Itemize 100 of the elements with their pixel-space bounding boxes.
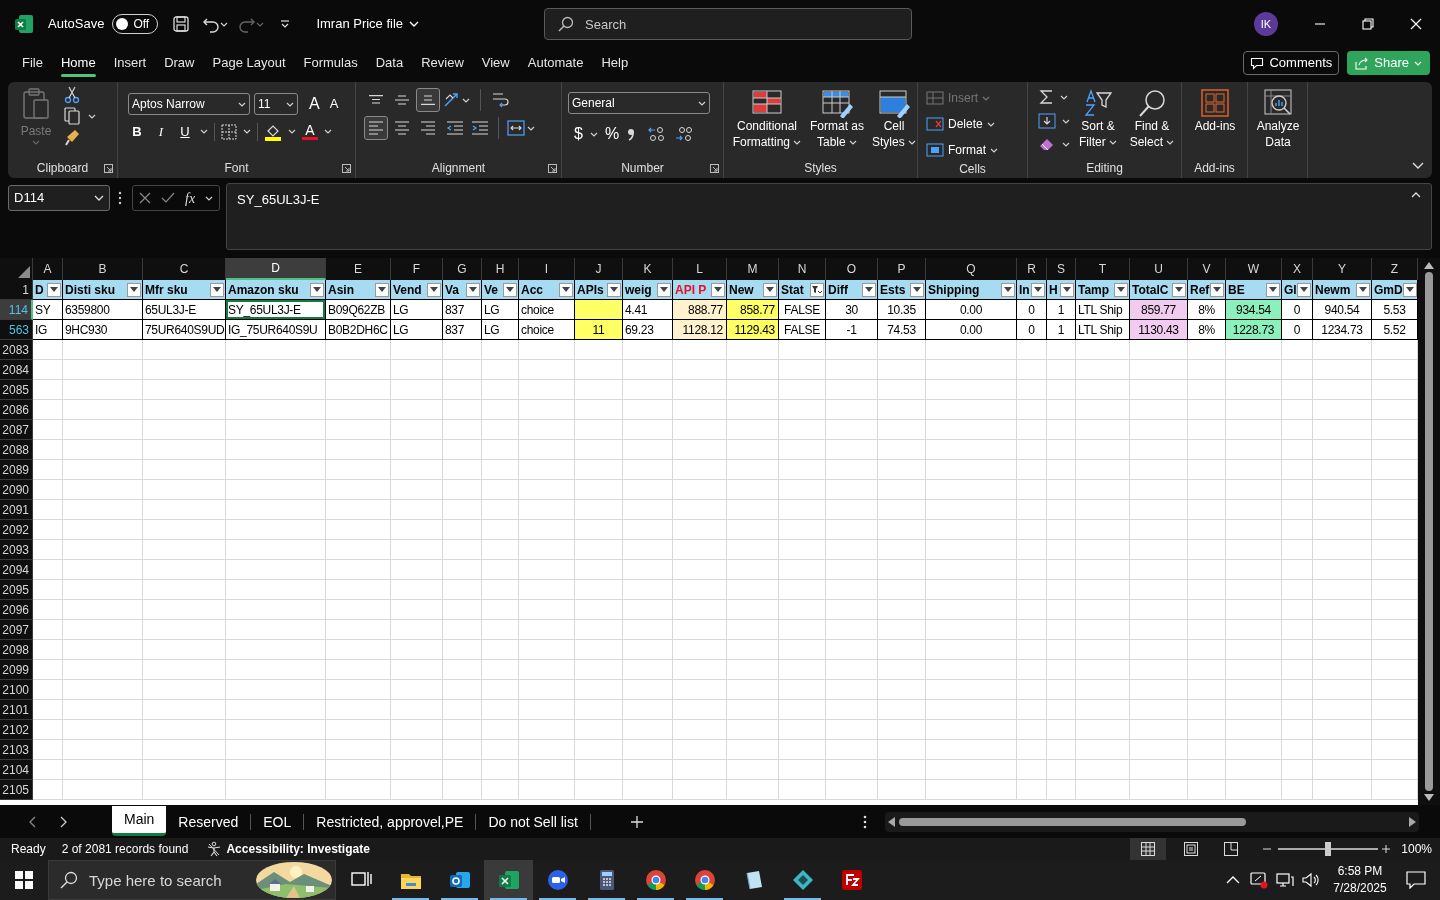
text-orientation-icon[interactable] xyxy=(442,91,460,109)
percent-button[interactable]: % xyxy=(604,122,620,146)
insert-function-button[interactable]: fx xyxy=(185,187,196,209)
table-cell[interactable]: SY xyxy=(33,300,63,320)
row-number[interactable]: 2091 xyxy=(0,500,33,520)
clock-date[interactable]: 7/28/2025 xyxy=(1333,880,1387,897)
filter-button[interactable] xyxy=(763,282,777,297)
maximize-icon[interactable] xyxy=(1362,18,1374,30)
file-name-button[interactable]: Imran Price file xyxy=(316,14,420,34)
fill-down-icon[interactable] xyxy=(1038,112,1056,130)
dialog-launcher-icon[interactable] xyxy=(104,163,113,173)
table-cell[interactable] xyxy=(575,300,623,320)
table-cell[interactable]: B09Q62ZB xyxy=(326,300,391,320)
add-sheet-icon[interactable] xyxy=(630,816,643,828)
editing-button[interactable]: Sort & Filter xyxy=(1074,88,1122,150)
sheet-tab[interactable]: Restricted, approvel,PE xyxy=(304,807,476,837)
more-options-icon[interactable] xyxy=(862,815,867,829)
menu-tab[interactable]: File xyxy=(13,48,52,78)
row-number[interactable]: 2100 xyxy=(0,680,33,700)
search-field[interactable]: Search xyxy=(544,8,912,40)
table-cell[interactable]: 30 xyxy=(826,300,878,320)
filter-button[interactable] xyxy=(862,282,876,297)
column-letter[interactable]: D xyxy=(226,258,326,280)
cancel-icon[interactable] xyxy=(139,192,151,204)
filter-button[interactable] xyxy=(1297,282,1311,297)
row-number[interactable]: 2101 xyxy=(0,700,33,720)
comments-button[interactable]: Comments xyxy=(1243,51,1340,75)
table-cell[interactable]: 0 xyxy=(1282,300,1313,320)
sheet-tab[interactable]: Do not Sell list xyxy=(476,807,590,837)
table-cell[interactable]: FALSE xyxy=(779,300,826,320)
table-cell[interactable]: 10.35 xyxy=(878,300,926,320)
menu-tab[interactable]: Draw xyxy=(155,48,204,78)
row-number[interactable]: 2084 xyxy=(0,360,33,380)
cells-button[interactable]: Format xyxy=(926,140,998,160)
row-number[interactable]: 2088 xyxy=(0,440,33,460)
windows-start-icon[interactable] xyxy=(15,871,33,889)
filter-button[interactable] xyxy=(466,282,480,297)
zoom-slider[interactable] xyxy=(1278,842,1379,856)
scroll-down-icon[interactable] xyxy=(1424,794,1434,801)
row-number[interactable]: 2087 xyxy=(0,420,33,440)
eraser-icon[interactable] xyxy=(1038,136,1056,152)
style-button[interactable]: Cell Styles xyxy=(870,88,918,150)
row-number[interactable]: 2094 xyxy=(0,560,33,580)
filter-button[interactable] xyxy=(503,282,517,297)
table-cell[interactable]: 11 xyxy=(575,320,623,340)
close-icon[interactable] xyxy=(1410,18,1422,30)
row-number[interactable]: 2093 xyxy=(0,540,33,560)
network-icon[interactable] xyxy=(1276,872,1294,888)
row-number[interactable]: 2097 xyxy=(0,620,33,640)
table-cell[interactable]: 859.77 xyxy=(1130,300,1188,320)
decrease-decimal-icon[interactable] xyxy=(674,125,695,143)
menu-tab[interactable]: Page Layout xyxy=(203,48,295,78)
zoom-level[interactable]: 100% xyxy=(1401,840,1432,858)
analyze-data-button[interactable]: Analyze Data xyxy=(1251,82,1305,158)
dialog-launcher-icon[interactable] xyxy=(710,163,719,173)
table-cell[interactable]: 65UL3J-E xyxy=(143,300,226,320)
meeting-alert-icon[interactable] xyxy=(1250,871,1268,889)
row-number[interactable]: 2099 xyxy=(0,660,33,680)
table-cell[interactable]: LG xyxy=(482,300,519,320)
row-number[interactable]: 2083 xyxy=(0,340,33,360)
table-cell[interactable]: 940.54 xyxy=(1313,300,1372,320)
filter-button[interactable] xyxy=(559,282,573,297)
sheet-tab[interactable]: EOL xyxy=(251,807,304,837)
row-number[interactable]: 2085 xyxy=(0,380,33,400)
page-break-icon[interactable] xyxy=(1224,842,1239,856)
scrollbar-thumb[interactable] xyxy=(1425,272,1433,791)
wrap-text-icon[interactable] xyxy=(491,91,509,109)
table-cell[interactable]: 0.00 xyxy=(926,300,1017,320)
filter-button[interactable] xyxy=(607,282,621,297)
table-cell[interactable]: 888.77 xyxy=(673,300,727,320)
row-number[interactable]: 2095 xyxy=(0,580,33,600)
currency-button[interactable]: $ xyxy=(574,122,583,146)
filter-button[interactable] xyxy=(1001,282,1015,297)
underline-button[interactable]: U xyxy=(176,122,194,142)
row-number[interactable]: 2103 xyxy=(0,740,33,760)
normal-view-button[interactable] xyxy=(1130,838,1167,860)
table-cell[interactable]: 858.77 xyxy=(727,300,779,320)
filter-button[interactable] xyxy=(1114,282,1128,297)
menu-tab[interactable]: Data xyxy=(366,48,413,78)
filter-button[interactable] xyxy=(1402,282,1417,297)
clock-time[interactable]: 6:58 PM xyxy=(1337,863,1383,880)
add-ins-button[interactable]: Add-ins xyxy=(1185,82,1245,158)
bold-button[interactable]: B xyxy=(128,122,146,142)
merge-cells-icon[interactable] xyxy=(507,119,525,137)
table-cell[interactable]: 6359800 xyxy=(63,300,143,320)
save-icon[interactable] xyxy=(172,15,191,33)
font-name-field[interactable]: Aptos Narrow xyxy=(128,93,250,115)
check-icon[interactable] xyxy=(161,192,175,204)
table-cell[interactable]: SY_65UL3J-E xyxy=(226,300,326,320)
table-cell[interactable]: 1129.43 xyxy=(727,320,779,340)
filter-button[interactable] xyxy=(910,282,924,297)
filter-button[interactable] xyxy=(657,282,671,297)
row-number[interactable]: 2086 xyxy=(0,400,33,420)
row-number[interactable]: 2105 xyxy=(0,780,33,800)
borders-icon[interactable] xyxy=(221,123,237,140)
filter-button[interactable] xyxy=(1172,282,1186,297)
dialog-launcher-icon[interactable] xyxy=(548,163,557,173)
alignment-button[interactable] xyxy=(416,88,440,112)
filter-button[interactable] xyxy=(1210,282,1224,297)
table-cell[interactable]: 934.54 xyxy=(1226,300,1282,320)
